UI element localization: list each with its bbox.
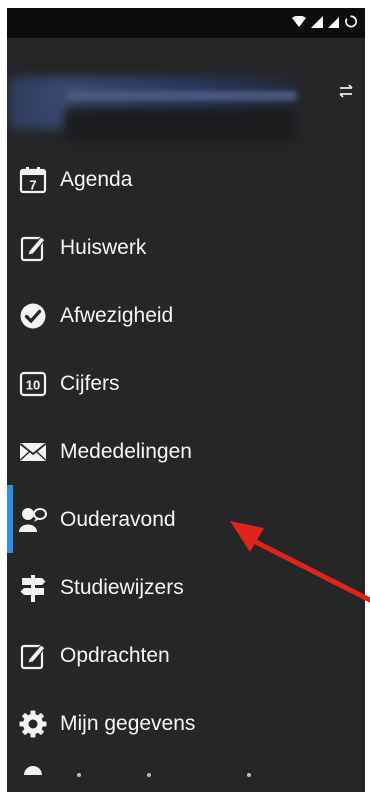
calendar-icon: 7 xyxy=(19,166,47,194)
menu-item-mijn-gegevens[interactable]: Mijn gegevens xyxy=(7,689,365,757)
sync-icon xyxy=(344,15,357,33)
signpost-icon xyxy=(19,574,47,602)
status-bar xyxy=(7,8,365,38)
menu-item-label: Opdrachten xyxy=(60,644,170,667)
menu-item-opdrachten[interactable]: Opdrachten xyxy=(7,621,365,689)
check-circle-icon xyxy=(19,302,47,330)
signal-icon xyxy=(311,15,323,33)
menu-item-cijfers[interactable]: 10 Cijfers xyxy=(7,349,365,417)
account-info-redacted xyxy=(7,61,307,141)
menu-item-ouderavond[interactable]: Ouderavond xyxy=(7,485,365,553)
menu-item-afwezigheid[interactable]: Afwezigheid xyxy=(7,281,365,349)
wifi-icon xyxy=(292,15,306,33)
gear-icon xyxy=(19,710,47,738)
edit-note-icon xyxy=(19,642,47,670)
grade-value: 10 xyxy=(26,378,40,393)
envelope-icon xyxy=(19,438,47,466)
menu-item-mededelingen[interactable]: Mededelingen xyxy=(7,417,365,485)
drawer-header xyxy=(7,38,365,153)
menu-item-label: Mijn gegevens xyxy=(60,712,196,735)
calendar-day: 7 xyxy=(29,178,36,193)
menu-item-agenda[interactable]: 7 Agenda xyxy=(7,145,365,213)
drawer-menu: 7 Agenda Huiswerk Afwezigheid 10 Cijfers… xyxy=(7,145,365,757)
menu-item-huiswerk[interactable]: Huiswerk xyxy=(7,213,365,281)
menu-item-partial[interactable] xyxy=(7,756,365,792)
active-indicator xyxy=(7,485,13,553)
menu-item-label: Huiswerk xyxy=(60,236,147,259)
edit-note-icon xyxy=(19,234,47,262)
menu-item-label: Ouderavond xyxy=(60,508,176,531)
menu-item-label: Agenda xyxy=(60,168,133,191)
person-chat-icon xyxy=(19,506,47,534)
menu-item-label: Cijfers xyxy=(60,372,120,395)
menu-item-label: Mededelingen xyxy=(60,440,192,463)
navigation-drawer: 7 Agenda Huiswerk Afwezigheid 10 Cijfers… xyxy=(7,8,365,792)
menu-item-label: Studiewijzers xyxy=(60,576,184,599)
swap-arrows-icon[interactable] xyxy=(335,83,357,103)
signal-icon xyxy=(328,15,339,33)
menu-item-label: Afwezigheid xyxy=(60,304,174,327)
menu-item-studiewijzers[interactable]: Studiewijzers xyxy=(7,553,365,621)
partial-icon xyxy=(24,766,42,775)
grade-box-icon: 10 xyxy=(19,370,47,398)
